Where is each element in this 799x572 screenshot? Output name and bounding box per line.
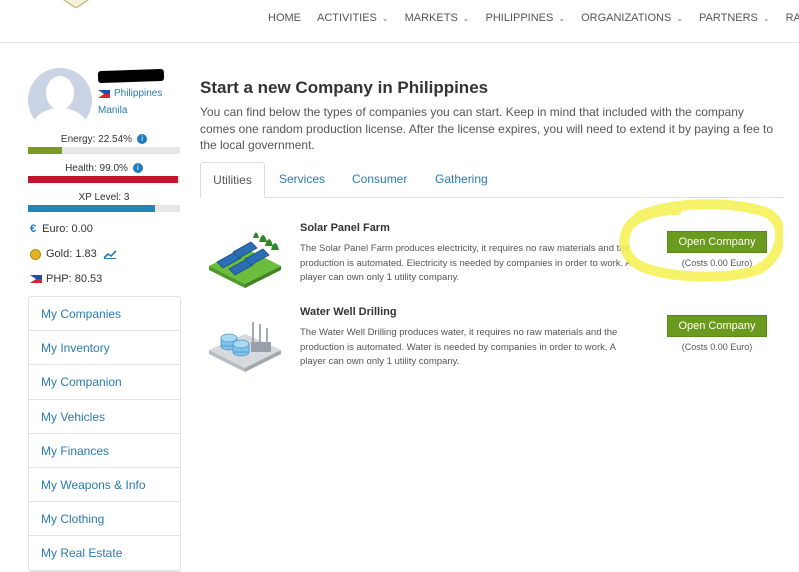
info-icon[interactable]: i — [137, 134, 148, 145]
php-balance: PHP: 80.53 — [30, 273, 102, 285]
nav-label: ORGANIZATIONS — [581, 12, 672, 24]
sidebar-item-my-inventory[interactable]: My Inventory — [29, 331, 180, 366]
xp-bar — [28, 205, 180, 212]
tab-consumer[interactable]: Consumer — [352, 162, 407, 198]
health-label: Health: 99.0% i — [28, 163, 180, 174]
nav-markets[interactable]: MARKETS ⌄ — [405, 12, 470, 24]
profile-city-link[interactable]: Manila — [98, 105, 127, 116]
nav-activities[interactable]: ACTIVITIES ⌄ — [317, 12, 389, 24]
avatar-head — [46, 76, 74, 110]
gold-balance: Gold: 1.83 — [30, 248, 117, 260]
chevron-down-icon: ⌄ — [762, 13, 770, 23]
profile-country-link[interactable]: Philippines — [98, 88, 162, 99]
chart-trend-icon[interactable] — [103, 249, 117, 259]
main-nav: HOME ACTIVITIES ⌄ MARKETS ⌄ PHILIPPINES ⌄ O… — [268, 12, 799, 24]
sidebar-item-my-real-estate[interactable]: My Real Estate — [29, 536, 180, 571]
nav-partners[interactable]: PARTNERS ⌄ — [699, 12, 770, 24]
page-description: You can find below the types of companie… — [200, 105, 773, 152]
nav-label: MARKETS — [404, 12, 458, 24]
info-icon[interactable]: i — [132, 163, 143, 174]
energy-text: Energy: 22.54% — [60, 134, 133, 145]
chevron-down-icon: ⌄ — [676, 13, 684, 23]
xp-label: XP Level: 3 — [28, 192, 180, 203]
nav-philippines[interactable]: PHILIPPINES ⌄ — [486, 12, 566, 24]
site-logo-icon[interactable] — [58, 0, 94, 8]
avatar-body — [32, 108, 88, 132]
health-bar — [28, 176, 180, 183]
chevron-down-icon: ⌄ — [558, 13, 566, 23]
sidebar-item-my-finances[interactable]: My Finances — [29, 434, 180, 468]
nav-label: ACTIVITIES — [317, 12, 377, 24]
euro-text: Euro: 0.00 — [42, 223, 93, 235]
energy-label: Energy: 22.54% i — [28, 134, 180, 145]
avatar[interactable] — [28, 68, 92, 132]
water-well-icon — [209, 322, 281, 372]
solar-panel-farm-icon — [209, 232, 281, 288]
euro-balance: € Euro: 0.00 — [30, 223, 93, 235]
sidebar-item-my-clothing[interactable]: My Clothing — [29, 502, 180, 537]
tab-utilities[interactable]: Utilities — [200, 162, 265, 198]
sidebar-item-my-companies[interactable]: My Companies — [29, 297, 180, 332]
nav-ranking[interactable]: RANKING — [786, 12, 799, 24]
health-bar-fill — [28, 176, 179, 183]
sidebar-item-my-companion[interactable]: My Companion — [29, 365, 180, 400]
company-desc-water: The Water Well Drilling produces water, … — [300, 327, 618, 367]
sidebar-menu: My Companies My Inventory My Companion M… — [28, 296, 181, 572]
open-company-solar-button[interactable]: Open Company — [667, 231, 767, 253]
company-type-tabs: Utilities Services Consumer Gathering — [200, 162, 783, 198]
nav-home[interactable]: HOME — [268, 12, 301, 24]
nav-label: PHILIPPINES — [485, 12, 554, 24]
company-desc-solar: The Solar Panel Farm produces electricit… — [300, 243, 632, 283]
top-navbar: HOME ACTIVITIES ⌄ MARKETS ⌄ PHILIPPINES ⌄ O… — [0, 0, 799, 43]
page-title: Start a new Company in Philippines — [200, 78, 489, 97]
nav-organizations[interactable]: ORGANIZATIONS ⌄ — [581, 12, 683, 24]
philippines-flag-icon — [98, 89, 110, 98]
company-name-solar: Solar Panel Farm — [300, 222, 390, 234]
euro-icon: € — [30, 223, 37, 235]
tab-services[interactable]: Services — [279, 162, 325, 198]
gold-coins-icon — [30, 248, 41, 260]
tab-gathering[interactable]: Gathering — [435, 162, 488, 198]
health-text: Health: 99.0% — [65, 163, 128, 174]
country-label: Philippines — [114, 88, 163, 99]
chevron-down-icon: ⌄ — [381, 13, 389, 23]
gold-text: Gold: 1.83 — [46, 248, 97, 260]
philippines-flag-icon — [30, 275, 42, 283]
nav-label: PARTNERS — [699, 12, 758, 24]
nav-label: HOME — [268, 12, 301, 24]
energy-bar-fill — [28, 147, 63, 154]
nav-label: RANKING — [785, 12, 799, 24]
xp-bar-fill — [28, 205, 155, 212]
cost-water: (Costs 0.00 Euro) — [681, 342, 753, 352]
company-name-water: Water Well Drilling — [300, 306, 397, 318]
energy-bar — [28, 147, 180, 154]
open-company-water-button[interactable]: Open Company — [667, 315, 767, 337]
xp-text: XP Level: 3 — [78, 192, 130, 203]
sidebar-item-my-vehicles[interactable]: My Vehicles — [29, 400, 180, 434]
cost-solar: (Costs 0.00 Euro) — [681, 258, 753, 268]
redacted-username — [97, 68, 165, 84]
sidebar-item-my-weapons-info[interactable]: My Weapons & Info — [29, 468, 180, 503]
chevron-down-icon: ⌄ — [462, 13, 470, 23]
php-text: PHP: 80.53 — [46, 273, 103, 285]
